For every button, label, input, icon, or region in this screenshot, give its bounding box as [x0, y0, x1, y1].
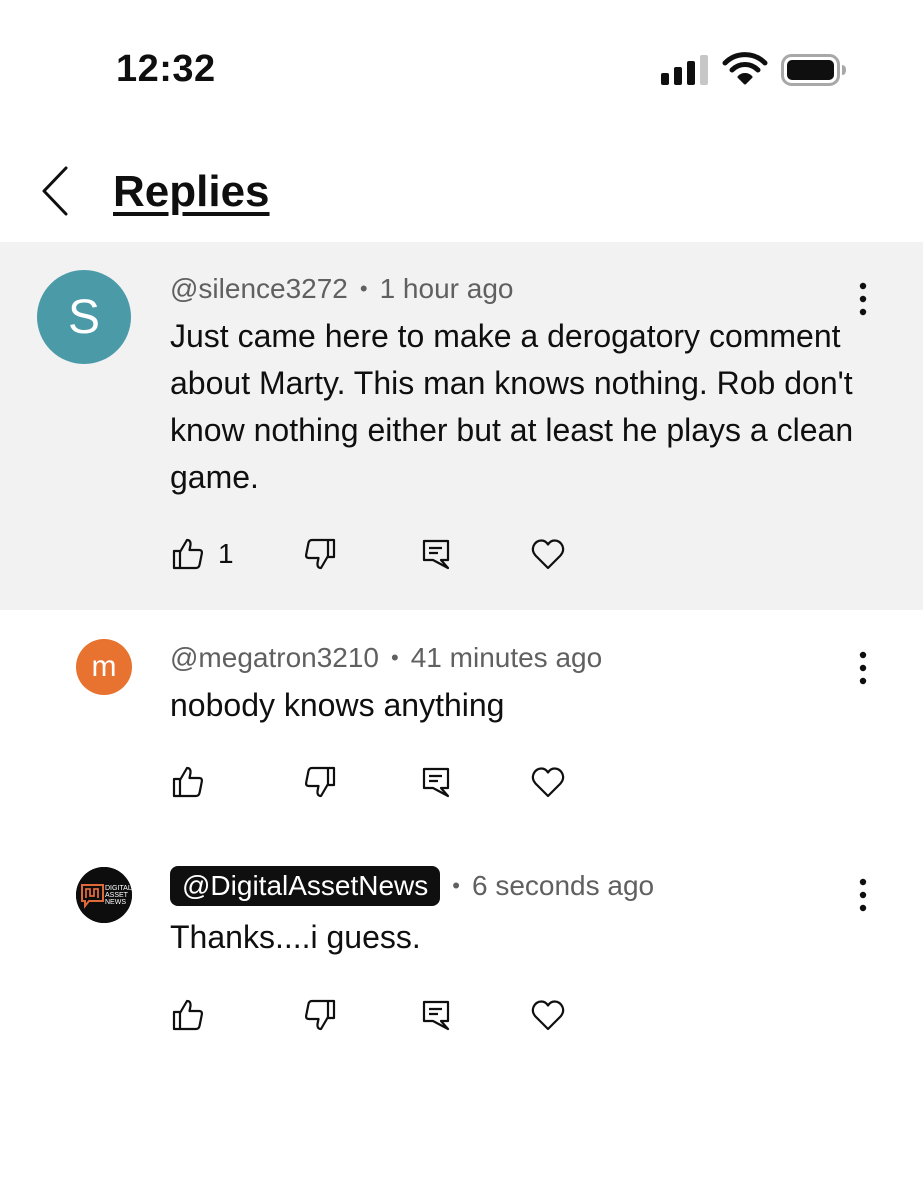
reply-icon — [422, 767, 450, 798]
reply-button[interactable] — [418, 995, 454, 1035]
reply-button[interactable] — [418, 762, 454, 802]
thumb-down-icon — [304, 999, 336, 1031]
more-vert-icon[interactable] — [853, 279, 873, 319]
thumb-up-icon — [172, 999, 204, 1031]
back-chevron-icon[interactable] — [38, 164, 74, 218]
dislike-button[interactable] — [302, 534, 338, 574]
separator-dot: • — [391, 645, 399, 670]
avatar-letter: S — [67, 290, 100, 344]
heart-button[interactable] — [530, 534, 566, 574]
reply-button[interactable] — [418, 534, 454, 574]
comment-meta: @megatron3210 • 41 minutes ago — [170, 640, 602, 676]
logo-text-digital: DIGITAL — [105, 885, 132, 892]
logo-text-asset: ASSET — [105, 892, 129, 899]
heart-button[interactable] — [530, 762, 566, 802]
more-vert-icon[interactable] — [853, 648, 873, 688]
like-count: 1 — [218, 538, 234, 569]
dislike-button[interactable] — [302, 995, 338, 1035]
reply-icon — [422, 1000, 450, 1031]
thumb-up-icon — [172, 766, 204, 798]
avatar[interactable]: m — [76, 639, 132, 695]
digital-asset-news-logo: DIGITAL ASSET NEWS — [76, 867, 132, 923]
battery-icon — [781, 54, 846, 86]
thumb-down-icon — [304, 766, 336, 798]
signal-icon — [661, 55, 708, 85]
like-button[interactable] — [170, 995, 206, 1035]
thumb-up-icon — [172, 538, 204, 570]
comment-author[interactable]: @megatron3210 — [170, 640, 379, 676]
comment-meta: @silence3272 • 1 hour ago — [170, 271, 513, 307]
more-vert-icon[interactable] — [853, 875, 873, 915]
like-button[interactable] — [170, 762, 206, 802]
comment-time: 1 hour ago — [379, 273, 514, 304]
like-button[interactable]: 1 — [170, 534, 234, 574]
separator-dot: • — [452, 873, 460, 898]
dislike-button[interactable] — [302, 762, 338, 802]
separator-dot: • — [359, 276, 368, 301]
avatar[interactable]: DIGITAL ASSET NEWS — [76, 867, 132, 923]
heart-icon — [531, 539, 565, 570]
comment-text: Thanks....i guess. — [170, 919, 421, 955]
comment-author-badge[interactable]: @DigitalAssetNews — [170, 866, 441, 906]
comment-author[interactable]: @silence3272 — [170, 271, 348, 307]
avatar[interactable]: S — [37, 270, 131, 364]
status-time: 12:32 — [116, 48, 216, 90]
logo-text-news: NEWS — [105, 899, 126, 906]
reply-icon — [422, 539, 450, 570]
comment-meta: @DigitalAssetNews • 6 seconds ago — [170, 866, 654, 906]
thumb-down-icon — [304, 538, 336, 570]
heart-button[interactable] — [530, 995, 566, 1035]
avatar-letter: m — [91, 650, 117, 683]
page-title: Replies — [113, 167, 270, 216]
heart-icon — [531, 767, 565, 798]
comment-time: 41 minutes ago — [410, 642, 603, 673]
heart-icon — [531, 1000, 565, 1031]
comment-time: 6 seconds ago — [471, 870, 655, 901]
comment-text: nobody knows anything — [170, 687, 505, 723]
comment-text: Just came here to make a derogatory comm… — [170, 318, 854, 495]
wifi-icon — [722, 52, 768, 85]
